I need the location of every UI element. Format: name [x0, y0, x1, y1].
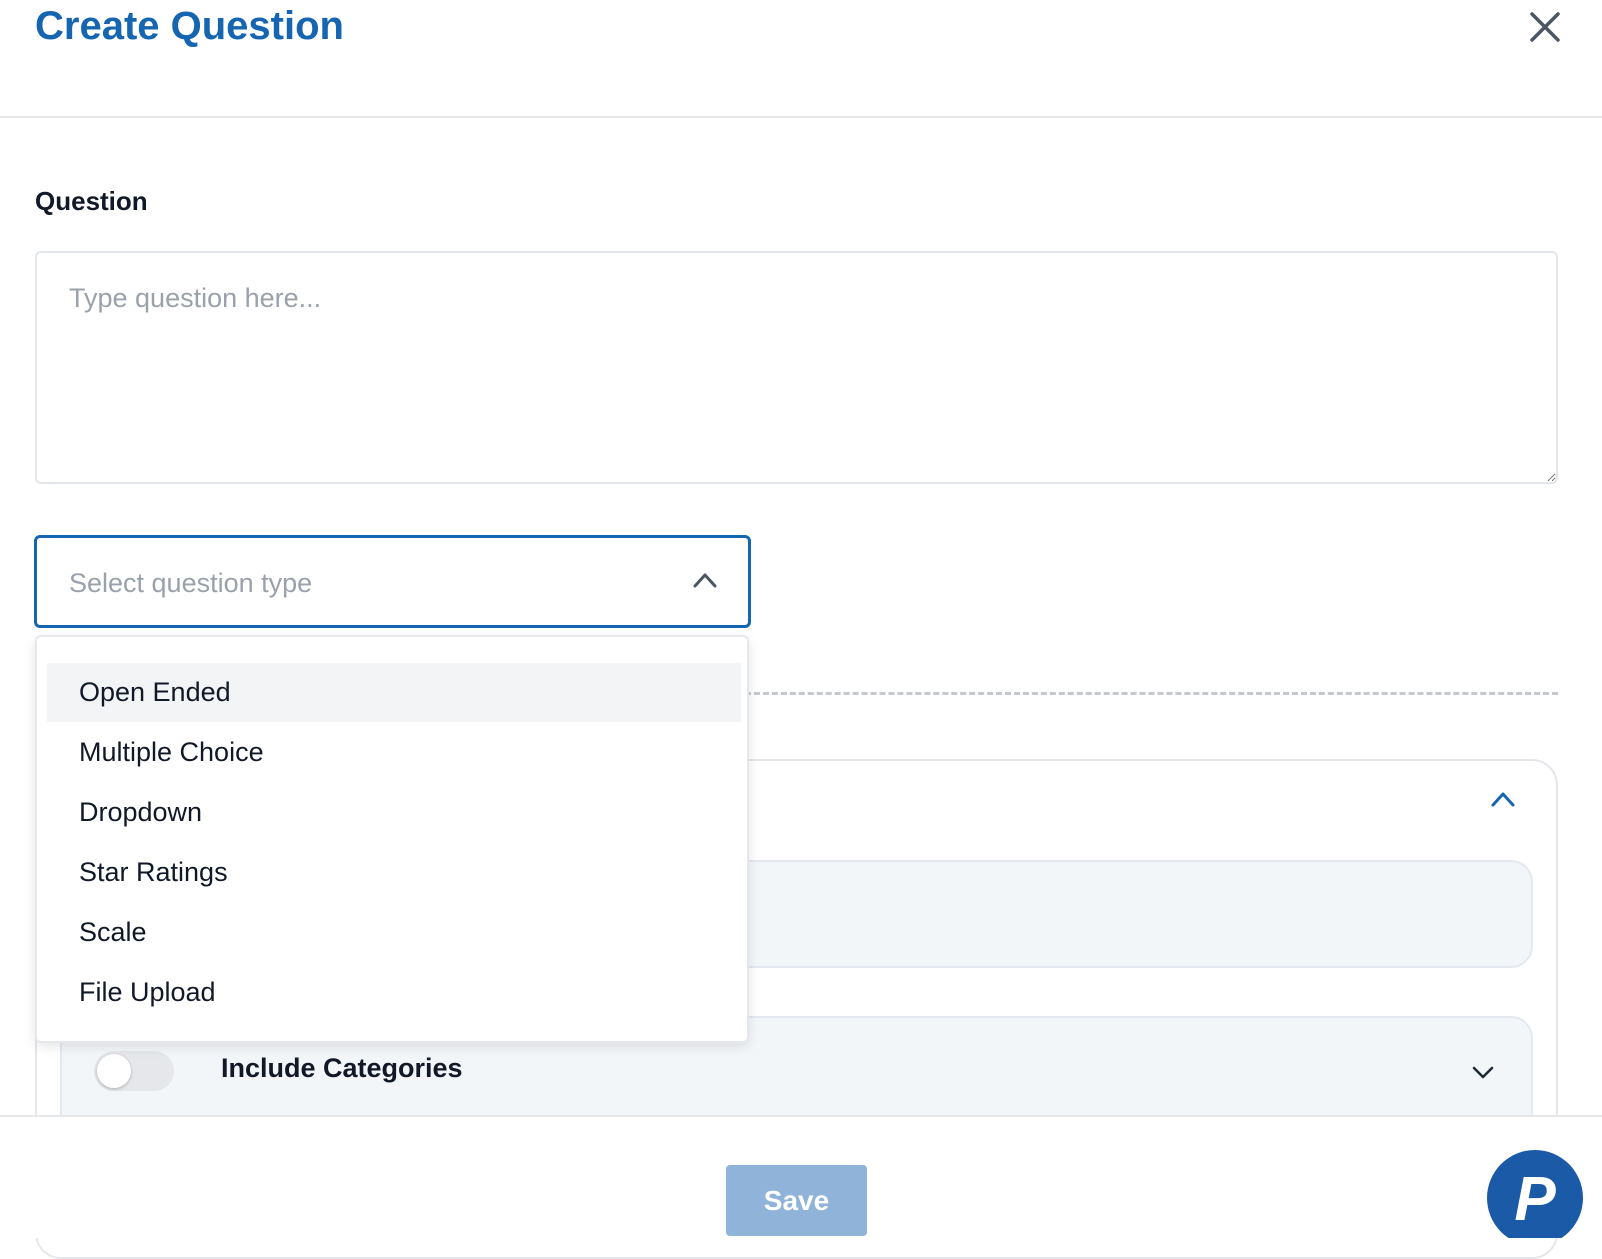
section-divider: [745, 692, 1558, 695]
option-file-upload[interactable]: File Upload: [47, 963, 741, 1022]
modal-title: Create Question: [35, 4, 344, 48]
question-label: Question: [35, 186, 148, 216]
question-textarea[interactable]: [35, 251, 1558, 484]
question-type-dropdown: Open Ended Multiple Choice Dropdown Star…: [35, 635, 749, 1043]
save-button[interactable]: Save: [726, 1165, 867, 1236]
option-scale[interactable]: Scale: [47, 903, 741, 962]
include-categories-toggle[interactable]: [94, 1051, 174, 1091]
question-type-placeholder: Select question type: [69, 568, 313, 598]
chevron-up-icon[interactable]: [1490, 790, 1516, 808]
include-categories-label: Include Categories: [221, 1053, 463, 1083]
fab-letter: P: [1514, 1165, 1556, 1234]
chevron-up-icon: [693, 573, 717, 588]
option-star-ratings[interactable]: Star Ratings: [47, 843, 741, 902]
toggle-knob: [97, 1054, 131, 1088]
option-open-ended[interactable]: Open Ended: [47, 663, 741, 722]
option-dropdown[interactable]: Dropdown: [47, 783, 741, 842]
modal-header: Create Question: [0, 0, 1602, 118]
close-icon[interactable]: [1526, 8, 1564, 46]
chevron-down-icon[interactable]: [1471, 1065, 1495, 1081]
option-multiple-choice[interactable]: Multiple Choice: [47, 723, 741, 782]
question-type-select[interactable]: Select question type: [34, 535, 751, 628]
p-logo-icon[interactable]: P: [1487, 1150, 1583, 1238]
